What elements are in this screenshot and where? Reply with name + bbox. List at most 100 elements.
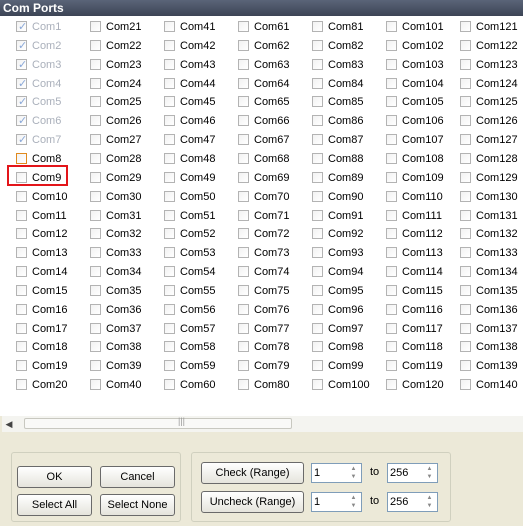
- checkbox-icon[interactable]: [312, 228, 323, 240]
- checkbox-icon[interactable]: [460, 228, 471, 240]
- checkbox-icon[interactable]: [460, 96, 471, 108]
- checkbox-icon[interactable]: [312, 322, 323, 334]
- checkbox-icon[interactable]: [386, 96, 397, 108]
- checkbox-icon[interactable]: [90, 360, 101, 372]
- checkbox-icon[interactable]: [238, 228, 249, 240]
- check-range-button[interactable]: Check (Range): [201, 462, 304, 484]
- checkbox-icon[interactable]: [164, 379, 175, 391]
- checkbox-icon[interactable]: [238, 303, 249, 315]
- checkbox-icon[interactable]: [90, 284, 101, 296]
- checkbox-icon[interactable]: [386, 322, 397, 334]
- checkbox-icon[interactable]: [312, 152, 323, 164]
- checkbox-icon[interactable]: [164, 303, 175, 315]
- checkbox-icon[interactable]: [164, 228, 175, 240]
- checkbox-icon[interactable]: [90, 228, 101, 240]
- checkbox-icon[interactable]: [312, 21, 323, 32]
- checkbox-icon[interactable]: [238, 266, 249, 278]
- checkbox-icon[interactable]: [386, 209, 397, 221]
- checkbox-icon[interactable]: [386, 152, 397, 164]
- spin-down-icon[interactable]: ▼: [347, 473, 360, 481]
- checkbox-icon[interactable]: [90, 341, 101, 353]
- checkbox-icon[interactable]: [238, 21, 249, 32]
- checkbox-icon[interactable]: [238, 247, 249, 259]
- checkbox-icon[interactable]: [90, 134, 101, 146]
- checkbox-icon[interactable]: [460, 39, 471, 51]
- uncheck-to-spin-buttons[interactable]: ▲ ▼: [423, 494, 436, 510]
- checkbox-icon[interactable]: [90, 247, 101, 259]
- spin-up-icon[interactable]: ▲: [423, 494, 436, 502]
- spin-down-icon[interactable]: ▼: [423, 502, 436, 510]
- checkbox-icon[interactable]: [238, 360, 249, 372]
- checkbox-icon[interactable]: [460, 209, 471, 221]
- checkbox-icon[interactable]: [312, 360, 323, 372]
- checkbox-icon[interactable]: [90, 379, 101, 391]
- checkbox-icon[interactable]: [164, 134, 175, 146]
- checkbox-icon[interactable]: [312, 96, 323, 108]
- checkbox-icon[interactable]: [90, 152, 101, 164]
- checkbox-icon[interactable]: [312, 190, 323, 202]
- checkbox-icon[interactable]: [386, 266, 397, 278]
- checkbox-icon[interactable]: [386, 39, 397, 51]
- checkbox-icon[interactable]: [460, 360, 471, 372]
- checkbox-icon[interactable]: [312, 341, 323, 353]
- checkbox-icon[interactable]: [90, 115, 101, 127]
- checkbox-icon[interactable]: [386, 21, 397, 32]
- uncheck-to-spinner[interactable]: ▲▼: [387, 492, 438, 512]
- checkbox-icon[interactable]: [386, 134, 397, 146]
- spin-up-icon[interactable]: ▲: [347, 494, 360, 502]
- checkbox-icon[interactable]: [164, 77, 175, 89]
- checkbox-icon[interactable]: [238, 209, 249, 221]
- checkbox-icon[interactable]: [238, 77, 249, 89]
- spin-up-icon[interactable]: ▲: [347, 465, 360, 473]
- checkbox-icon[interactable]: [386, 115, 397, 127]
- checkbox-icon[interactable]: [238, 39, 249, 51]
- checkbox-icon[interactable]: [386, 247, 397, 259]
- checkbox-icon[interactable]: [164, 322, 175, 334]
- uncheck-to-input[interactable]: [390, 495, 420, 509]
- checkbox-icon[interactable]: [460, 134, 471, 146]
- checkbox-icon[interactable]: [164, 171, 175, 183]
- uncheck-range-button[interactable]: Uncheck (Range): [201, 491, 304, 513]
- checkbox-icon[interactable]: [16, 190, 27, 202]
- checkbox-icon[interactable]: [164, 209, 175, 221]
- check-from-spin-buttons[interactable]: ▲ ▼: [347, 465, 360, 481]
- check-to-spinner[interactable]: ▲▼: [387, 463, 438, 483]
- checkbox-icon[interactable]: [238, 379, 249, 391]
- checkbox-icon[interactable]: [312, 209, 323, 221]
- checkbox-icon[interactable]: [312, 77, 323, 89]
- checkbox-icon[interactable]: [90, 39, 101, 51]
- checkbox-icon[interactable]: [16, 360, 27, 372]
- checkbox-icon[interactable]: [386, 228, 397, 240]
- checkbox-icon[interactable]: [90, 96, 101, 108]
- checkbox-icon[interactable]: [460, 341, 471, 353]
- checkbox-icon[interactable]: [90, 171, 101, 183]
- scroll-left-arrow-icon[interactable]: ◀: [2, 416, 16, 432]
- check-from-input[interactable]: [314, 466, 344, 480]
- checkbox-icon[interactable]: [164, 360, 175, 372]
- checkbox-icon[interactable]: [238, 284, 249, 296]
- spin-down-icon[interactable]: ▼: [347, 502, 360, 510]
- checkbox-icon[interactable]: [386, 171, 397, 183]
- checkbox-icon[interactable]: [164, 247, 175, 259]
- checkbox-icon[interactable]: [386, 58, 397, 70]
- checkbox-icon[interactable]: [16, 303, 27, 315]
- checkbox-icon[interactable]: [164, 152, 175, 164]
- checkbox-icon[interactable]: [312, 58, 323, 70]
- checkbox-icon[interactable]: [312, 134, 323, 146]
- checkbox-icon[interactable]: [238, 341, 249, 353]
- checkbox-icon[interactable]: [460, 303, 471, 315]
- checkbox-icon[interactable]: [386, 379, 397, 391]
- checkbox-icon[interactable]: [386, 284, 397, 296]
- select-all-button[interactable]: Select All: [17, 494, 92, 516]
- checkbox-icon[interactable]: [460, 266, 471, 278]
- checkbox-icon[interactable]: [460, 21, 471, 32]
- checkbox-icon[interactable]: [312, 115, 323, 127]
- checkbox-icon[interactable]: [164, 190, 175, 202]
- checkbox-icon[interactable]: [460, 379, 471, 391]
- checkbox-icon[interactable]: [164, 39, 175, 51]
- checkbox-icon[interactable]: [164, 21, 175, 32]
- checkbox-icon[interactable]: [90, 58, 101, 70]
- checkbox-icon[interactable]: [312, 39, 323, 51]
- checkbox-icon[interactable]: [238, 171, 249, 183]
- ok-button[interactable]: OK: [17, 466, 92, 488]
